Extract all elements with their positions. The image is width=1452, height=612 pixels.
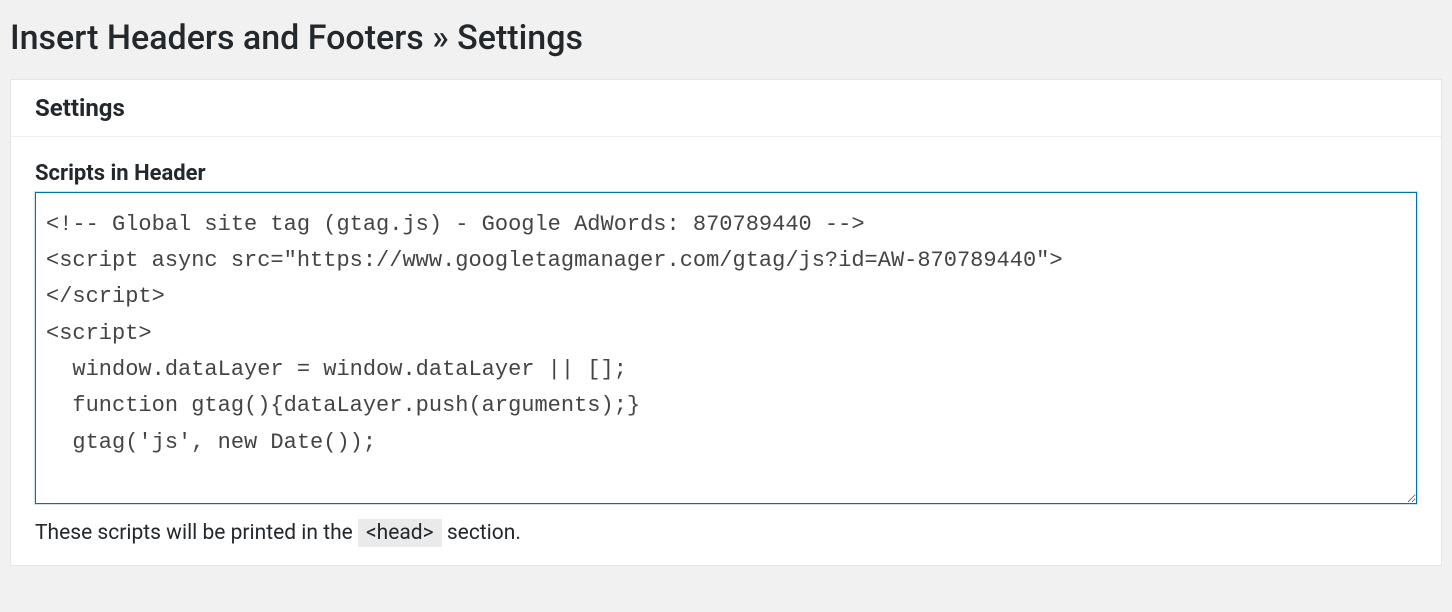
settings-panel: Settings Scripts in Header These scripts… (10, 79, 1442, 567)
panel-heading: Settings (35, 94, 1417, 122)
page-title: Insert Headers and Footers » Settings (0, 0, 1452, 79)
head-tag-badge: <head> (358, 519, 442, 547)
header-scripts-label: Scripts in Header (35, 161, 1417, 186)
help-text-suffix: section. (447, 521, 521, 545)
help-text-prefix: These scripts will be printed in the (35, 521, 358, 545)
panel-header: Settings (11, 80, 1441, 137)
header-scripts-textarea[interactable] (35, 192, 1417, 504)
header-scripts-help: These scripts will be printed in the <he… (35, 518, 1417, 550)
panel-body: Scripts in Header These scripts will be … (11, 137, 1441, 566)
